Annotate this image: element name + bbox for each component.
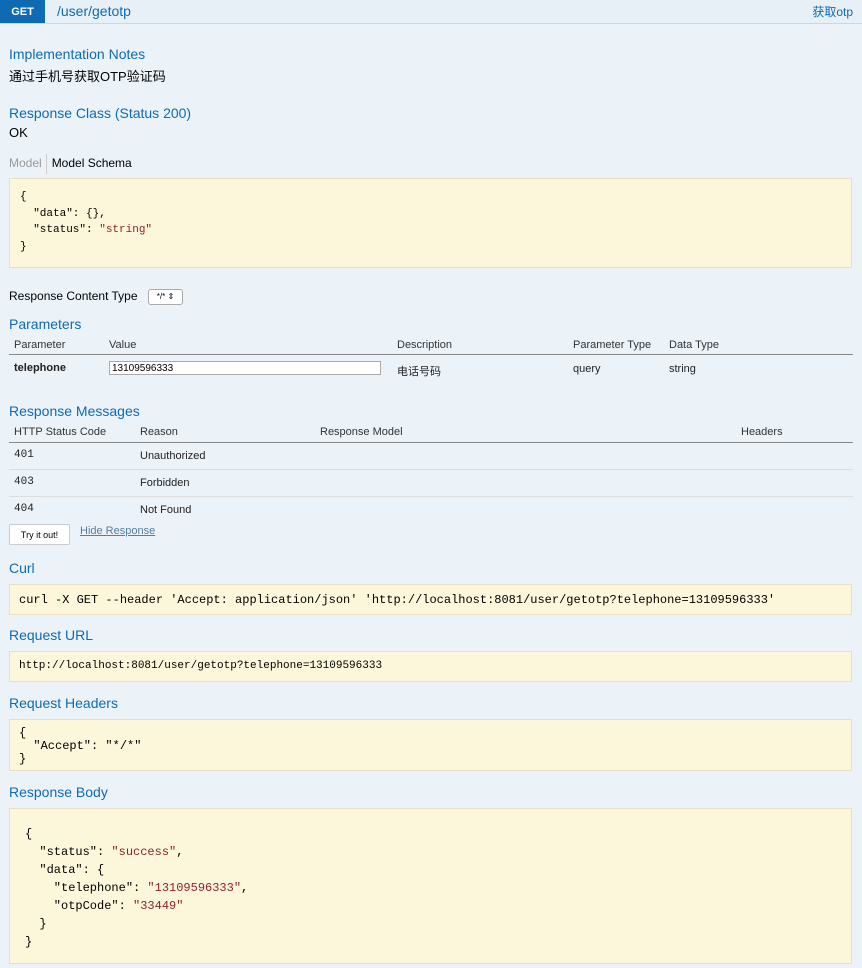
http-method-badge[interactable]: GET xyxy=(0,0,45,23)
request-headers-heading: Request Headers xyxy=(9,695,118,711)
req-headers-value: "*/*" xyxy=(105,739,142,753)
param-col-description: Description xyxy=(397,339,453,351)
body-status-value: "success" xyxy=(111,845,177,859)
req-headers-open: { xyxy=(19,726,27,740)
operation-header[interactable]: GET /user/getotp 获取otp xyxy=(0,0,862,24)
body-line-4: "telephone": "13109596333", xyxy=(25,881,248,895)
resp-header-rule xyxy=(9,442,853,443)
body-telephone-value: "13109596333" xyxy=(147,881,242,895)
body-line-2: "status": "success", xyxy=(25,845,183,859)
response-body-snippet: { "status": "success", "data": { "teleph… xyxy=(9,808,852,964)
tab-model-schema[interactable]: Model Schema xyxy=(52,156,132,170)
selected-content-type: */* xyxy=(156,292,166,301)
hide-response-link[interactable]: Hide Response xyxy=(80,525,155,537)
req-headers-close: } xyxy=(19,752,27,766)
response-messages-heading: Response Messages xyxy=(9,403,140,419)
row-divider xyxy=(9,469,853,470)
curl-command: curl -X GET --header 'Accept: applicatio… xyxy=(19,593,776,607)
param-name-telephone: telephone xyxy=(14,362,66,374)
body-line-6: } xyxy=(25,917,47,931)
body-line-5: "otpCode": "33449" xyxy=(25,899,184,913)
response-class-heading: Response Class (Status 200) xyxy=(9,105,192,121)
param-description: 电话号码 xyxy=(397,366,441,378)
schema-line-4: } xyxy=(20,241,27,253)
table-row-401-reason: Unauthorized xyxy=(140,450,206,462)
curl-snippet: curl -X GET --header 'Accept: applicatio… xyxy=(9,584,852,615)
param-type: query xyxy=(573,363,601,375)
param-col-value: Value xyxy=(109,339,137,351)
curl-heading: Curl xyxy=(9,560,35,576)
model-tabs: Model Model Schema xyxy=(9,154,132,174)
response-body-heading: Response Body xyxy=(9,784,108,800)
telephone-value-input[interactable] xyxy=(109,361,381,375)
row-divider xyxy=(9,496,853,497)
table-row-403-code: 403 xyxy=(14,476,34,488)
request-url-snippet: http://localhost:8081/user/getotp?teleph… xyxy=(9,651,852,682)
body-otpcode-key: "otpCode": xyxy=(25,899,134,913)
schema-status-key: "status": xyxy=(20,224,100,236)
param-col-parameter-type: Parameter Type xyxy=(573,339,652,351)
body-comma: , xyxy=(176,845,184,859)
body-line-1: { xyxy=(25,827,33,841)
body-comma: , xyxy=(241,881,249,895)
tab-divider xyxy=(45,154,47,174)
implementation-notes-text: 通过手机号获取OTP验证码 xyxy=(9,69,166,84)
resp-col-response-model: Response Model xyxy=(320,426,403,438)
parameters-heading: Parameters xyxy=(9,316,82,332)
response-content-type-label: Response Content Type xyxy=(9,289,138,303)
table-row-404-code: 404 xyxy=(14,503,34,515)
body-otpcode-value: "33449" xyxy=(133,899,184,913)
table-row-401-code: 401 xyxy=(14,449,34,461)
body-line-3: "data": { xyxy=(25,863,105,877)
table-row-403-reason: Forbidden xyxy=(140,477,190,489)
endpoint-path[interactable]: /user/getotp xyxy=(57,3,131,19)
endpoint-summary-link[interactable]: 获取otp xyxy=(812,3,853,20)
param-data-type: string xyxy=(669,363,696,375)
body-status-key: "status": xyxy=(25,845,112,859)
req-headers-line: "Accept": "*/*" xyxy=(19,739,141,753)
body-telephone-key: "telephone": xyxy=(25,881,148,895)
schema-line-1: { xyxy=(20,191,27,203)
request-url-heading: Request URL xyxy=(9,627,94,643)
body-line-7: } xyxy=(25,935,33,949)
response-content-type-select[interactable]: */* ⇕ xyxy=(148,289,183,305)
request-headers-snippet: { "Accept": "*/*" } xyxy=(9,719,852,771)
param-col-data-type: Data Type xyxy=(669,339,719,351)
param-header-rule xyxy=(9,354,853,355)
model-schema-snippet: { "data": {}, "status": "string" } xyxy=(9,178,852,268)
req-headers-key: "Accept": xyxy=(19,739,106,753)
schema-line-2: "data": {}, xyxy=(20,208,106,220)
table-row-404-reason: Not Found xyxy=(140,504,192,516)
response-class-text: OK xyxy=(9,125,28,140)
select-arrows-icon: ⇕ xyxy=(167,292,175,301)
schema-status-value: "string" xyxy=(99,224,153,236)
resp-col-status-code: HTTP Status Code xyxy=(14,426,107,438)
schema-line-3: "status": "string" xyxy=(20,224,152,236)
resp-col-headers: Headers xyxy=(741,426,783,438)
param-col-parameter: Parameter xyxy=(14,339,66,351)
implementation-notes-heading: Implementation Notes xyxy=(9,46,146,62)
try-it-out-button[interactable]: Try it out! xyxy=(9,524,70,545)
request-url-value: http://localhost:8081/user/getotp?teleph… xyxy=(19,660,383,672)
resp-col-reason: Reason xyxy=(140,426,178,438)
tab-model[interactable]: Model xyxy=(9,156,42,170)
